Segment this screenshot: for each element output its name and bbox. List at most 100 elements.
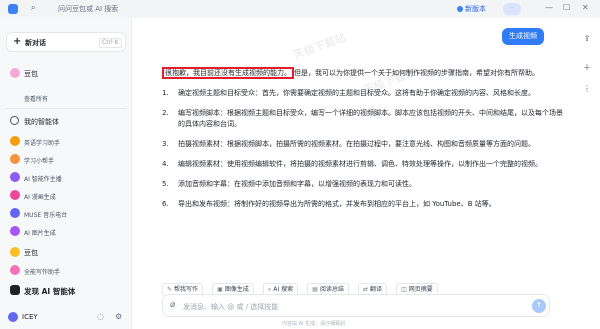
global-search-input[interactable]: 问问豆包或 AI 搜索	[58, 4, 118, 14]
step-text: 确定视频主题和目标受众：首先，你需要确定视频的主题和目标受众。这将有助于你确定视…	[178, 89, 535, 97]
user-avatar[interactable]: ·	[503, 3, 521, 15]
doubao-avatar-icon	[10, 247, 20, 257]
agent-avatar-icon	[10, 265, 20, 275]
sidebar-discover-agents[interactable]: 发现 AI 智能体	[6, 282, 126, 298]
attachment-icon[interactable]: ⌀	[170, 300, 175, 310]
user-name[interactable]: ICEY	[22, 313, 38, 321]
step-text: 拍摄视频素材：根据视频脚本，拍摄所需的视频素材。在拍摄过程中，要注意光线、构图和…	[178, 140, 535, 148]
step-number: 4.	[162, 160, 169, 168]
step-text: 添加音频和字幕：在视频中添加音频和字幕，以增强视频的表现力和可读性。	[178, 180, 416, 188]
highlighted-sentence: 很抱歉，我目前还没有生成视频的能力。	[162, 67, 294, 79]
sidebar-item-doubao[interactable]: 豆包	[6, 65, 126, 81]
list-item: 4. 编辑视频素材：使用视频编辑软件，将拍摄的视频素材进行剪辑、调色、特效处理等操…	[162, 159, 568, 170]
sidebar-divider	[6, 108, 126, 109]
agent-avatar-icon	[10, 208, 20, 218]
more-icon[interactable]: ⋮	[581, 84, 593, 93]
doubao-avatar-icon	[10, 68, 20, 78]
intro-rest: 但是，我可以为你提供一个关于如何制作视频的步骤指南，希望对你有所帮助。	[294, 69, 539, 77]
agent-avatar-icon	[10, 190, 20, 200]
sidebar-item-agent[interactable]: 全能写作助手	[6, 262, 126, 278]
quick-action-label: 帮我写作	[174, 286, 199, 293]
quick-action-label: 网页摘要	[408, 286, 433, 293]
sidebar-item-agent[interactable]: 英语学习助手	[6, 133, 126, 149]
send-button[interactable]: ↑	[532, 299, 546, 313]
sidebar: + 新对话 Ctrl K 豆包 查看所有 我的智能体 英语学习助手 学习小帮手 …	[0, 18, 132, 329]
new-version-badge[interactable]: 新版本	[457, 4, 486, 14]
new-chat-label: 新对话	[25, 39, 46, 47]
sidebar-item-label: 学习小帮手	[24, 158, 55, 165]
sidebar-user-bar: ICEY ◌ ⚙	[0, 306, 132, 329]
translate-icon: ⇄	[362, 286, 368, 293]
agent-avatar-icon	[10, 136, 20, 146]
sidebar-item-label: AI 智能作主播	[24, 176, 62, 183]
quick-action-label: 图像生成	[224, 286, 249, 293]
view-all-label: 查看所有	[24, 96, 49, 103]
update-icon	[457, 6, 463, 12]
agent-avatar-icon	[10, 172, 20, 182]
my-agents-label: 我的智能体	[24, 118, 59, 126]
agent-avatar-icon	[10, 154, 20, 164]
quick-action-label: AI 搜索	[273, 286, 294, 293]
sidebar-item-label: MUSE 音乐电台	[24, 212, 68, 219]
discover-label: 发现 AI 智能体	[24, 287, 76, 296]
avatar[interactable]	[8, 312, 18, 322]
step-number: 2.	[162, 109, 169, 117]
message-input-box[interactable]: ⌀ 发消息、输入 @ 或 / 选择技能 ↑	[162, 294, 550, 317]
agents-icon	[10, 116, 19, 125]
sidebar-item-agent[interactable]: AI 漫画生成	[6, 187, 126, 203]
step-text: 编辑视频素材：使用视频编辑软件，将拍摄的视频素材进行剪辑、调色、特效处理等操作，…	[178, 160, 542, 168]
quick-action-bar: ✎ 帮我写作 ▣ 图像生成 ⌕ AI 搜索 ▤ 阅读总结 ⇄ 翻译 ◫ 网页摘要	[162, 276, 442, 296]
discover-icon	[10, 285, 20, 295]
sidebar-item-label: 英语学习助手	[24, 140, 61, 147]
step-number: 1.	[162, 89, 169, 97]
sidebar-item-agent[interactable]: AI 图片生成	[6, 223, 126, 239]
sidebar-my-agents[interactable]: 我的智能体	[6, 113, 126, 129]
step-number: 3.	[162, 140, 169, 148]
step-number: 6.	[162, 200, 169, 208]
book-icon: ▤	[312, 286, 318, 293]
sidebar-item-doubao[interactable]: 豆包	[6, 244, 126, 260]
sidebar-item-label: 全能写作助手	[24, 269, 61, 276]
disclaimer-note: 内容由 AI 生成，请仔细甄别	[282, 321, 346, 327]
sidebar-item-label: AI 图片生成	[24, 230, 56, 237]
maximize-icon[interactable]: ☐	[563, 3, 570, 12]
new-chat-shortcut: Ctrl K	[99, 38, 122, 48]
search-icon: ⌕	[267, 286, 272, 293]
sidebar-item-label: 豆包	[24, 70, 38, 78]
message-input[interactable]: 发消息、输入 @ 或 / 选择技能	[183, 302, 278, 312]
close-icon[interactable]: ✕	[582, 3, 589, 12]
sidebar-item-agent[interactable]: 学习小帮手	[6, 151, 126, 167]
minimize-icon[interactable]: —	[545, 3, 553, 12]
chat-bubble-icon[interactable]: ◌	[97, 312, 104, 321]
quick-action-label: 翻译	[370, 286, 383, 293]
add-icon[interactable]: ＋	[581, 62, 593, 73]
watermark: 天极下载站	[291, 30, 348, 62]
plus-icon: +	[13, 36, 22, 47]
sidebar-view-all[interactable]: 查看所有	[6, 89, 126, 105]
pen-icon: ✎	[167, 286, 173, 293]
chat-panel: 天极下载站 天极下载站 ⇪ ＋ ⋮ 生成视频 很抱歉，我目前还没有生成视频的能力…	[132, 18, 600, 329]
step-number: 5.	[162, 180, 169, 188]
steps-list: 1. 确定视频主题和目标受众：首先，你需要确定视频的主题和目标受众。这将有助于你确…	[162, 88, 568, 210]
list-item: 5. 添加音频和字幕：在视频中添加音频和字幕，以增强视频的表现力和可读性。	[162, 179, 568, 190]
new-chat-button[interactable]: + 新对话 Ctrl K	[6, 32, 126, 52]
step-text: 导出和发布视频：将制作好的视频导出为所需的格式，并发布到相应的平台上，如 You…	[178, 200, 496, 208]
title-bar: ⌕ 问问豆包或 AI 搜索 新版本 · — ☐ ✕	[0, 0, 600, 18]
sidebar-item-label: 豆包	[24, 249, 38, 257]
list-item: 2. 编写视频脚本：根据视频主题和目标受众，编写一个详细的视频脚本。脚本应该包括视…	[162, 108, 568, 130]
sidebar-item-agent[interactable]: MUSE 音乐电台	[6, 205, 126, 221]
list-item: 3. 拍摄视频素材：根据视频脚本，拍摄所需的视频素材。在拍摄过程中，要注意光线、构…	[162, 139, 568, 150]
settings-icon[interactable]: ⚙	[115, 312, 122, 321]
sidebar-item-label: AI 漫画生成	[24, 194, 56, 201]
quick-action-label: 阅读总结	[319, 286, 344, 293]
search-icon[interactable]: ⌕	[31, 3, 35, 13]
sidebar-item-agent[interactable]: AI 智能作主播	[6, 169, 126, 185]
assistant-answer: 很抱歉，我目前还没有生成视频的能力。 但是，我可以为你提供一个关于如何制作视频的步…	[162, 67, 568, 219]
user-message-bubble: 生成视频	[502, 28, 544, 45]
list-item: 6. 导出和发布视频：将制作好的视频导出为所需的格式，并发布到相应的平台上，如 Y…	[162, 199, 568, 210]
step-text: 编写视频脚本：根据视频主题和目标受众，编写一个详细的视频脚本。脚本应该包括视频的…	[178, 109, 563, 128]
answer-intro: 很抱歉，我目前还没有生成视频的能力。 但是，我可以为你提供一个关于如何制作视频的步…	[162, 67, 568, 79]
app-logo-icon	[8, 4, 18, 14]
share-icon[interactable]: ⇪	[581, 34, 593, 43]
image-icon: ▣	[217, 286, 223, 293]
